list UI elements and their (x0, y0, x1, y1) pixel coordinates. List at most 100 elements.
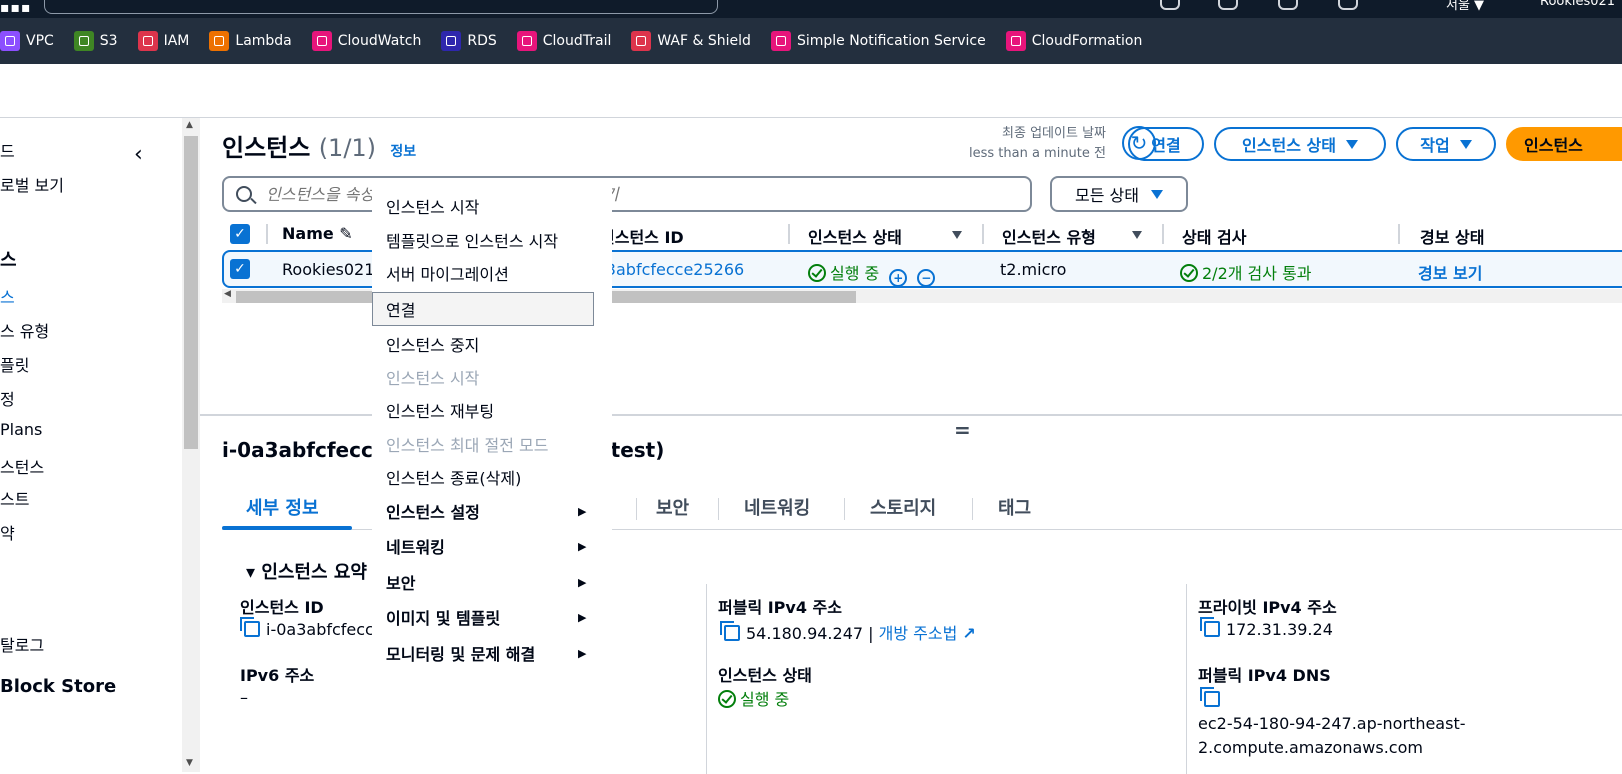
favorite-lambda[interactable]: Lambda (209, 31, 292, 51)
tab-details[interactable]: 세부 정보 (246, 494, 319, 520)
menu-item-server-migration[interactable]: 서버 마이그레이션 (386, 261, 509, 285)
sort-caret-icon[interactable] (1132, 231, 1142, 239)
scrollbar-thumb[interactable] (184, 136, 198, 449)
favorite-cloudwatch[interactable]: CloudWatch (311, 31, 421, 51)
help-icon[interactable] (1278, 0, 1298, 10)
sidebar-item-ami-catalog[interactable]: 탈로그 (0, 632, 44, 656)
sidebar-section-instances: 스 (0, 250, 17, 271)
actions-button[interactable]: 작업 (1396, 127, 1496, 161)
caret-down-icon (1459, 139, 1472, 149)
column-header-instance-type[interactable]: 인스턴스 유형 (1002, 224, 1096, 248)
copy-icon[interactable] (240, 617, 260, 637)
menu-item-security[interactable]: 보안 (386, 570, 415, 594)
view-alarms-link[interactable]: 경보 보기 (1418, 260, 1482, 284)
sidebar-item-capacity-reservations[interactable]: 약 (0, 520, 15, 544)
split-panel-handle-icon[interactable]: = (954, 418, 971, 442)
public-dns-label: 퍼블릭 IPv4 DNS (1198, 666, 1331, 685)
zoom-in-icon[interactable]: + (889, 269, 908, 287)
row-checkbox[interactable]: ✓ (230, 259, 250, 279)
column-separator (982, 224, 984, 244)
instance-search-input[interactable] (266, 184, 966, 204)
scroll-left-icon[interactable]: ◀ (224, 289, 231, 299)
menu-item-connect[interactable]: 연결 (386, 297, 415, 321)
account-menu[interactable]: Rookies021 (1540, 0, 1615, 9)
favorite-waf-shield[interactable]: WAF & Shield (631, 31, 751, 51)
zoom-out-icon[interactable]: − (917, 269, 936, 287)
column-header-instance-state[interactable]: 인스턴스 상태 (808, 224, 902, 248)
instance-state-button[interactable]: 인스턴스 상태 (1214, 127, 1386, 161)
column-header-alarm-status[interactable]: 경보 상태 (1420, 224, 1484, 248)
column-header-status-check[interactable]: 상태 검사 (1182, 224, 1246, 248)
caret-down-icon (1150, 189, 1163, 199)
cell-instance-id[interactable]: a3abfcfecce25266 (596, 260, 744, 279)
instance-search[interactable] (222, 176, 1032, 212)
notifications-icon[interactable] (1218, 0, 1238, 10)
menu-item-instance-settings[interactable]: 인스턴스 설정 (386, 499, 480, 523)
sidebar-item-global-view[interactable]: 로벌 보기 (0, 172, 64, 196)
cloudformation-icon (1005, 31, 1026, 51)
column-header-instance-id[interactable]: 인스턴스 ID (600, 224, 684, 248)
submenu-arrow-icon: ▶ (578, 611, 587, 624)
sidebar-item-savings-plans[interactable]: Plans (0, 420, 42, 439)
launch-instance-button[interactable]: 인스턴스 (1506, 127, 1622, 161)
column-separator (1162, 224, 1164, 244)
sort-caret-icon[interactable] (952, 231, 962, 239)
sidebar-item-reserved-instances[interactable]: 스턴스 (0, 454, 44, 478)
sidebar-item-instance-types[interactable]: 스 유형 (0, 318, 49, 342)
info-link[interactable]: 정보 (390, 144, 416, 160)
tab-security[interactable]: 보안 (656, 494, 689, 520)
favorite-rds[interactable]: RDS (441, 31, 497, 51)
menu-item-networking[interactable]: 네트워킹 (386, 534, 445, 558)
open-address-link[interactable]: 개방 주소법 (879, 624, 958, 643)
favorite-cloudformation[interactable]: CloudFormation (1005, 31, 1143, 51)
sidebar-item-dedicated-hosts[interactable]: 스트 (0, 486, 29, 510)
s3-icon (73, 31, 94, 51)
menu-item-launch-from-template[interactable]: 템플릿으로 인스턴스 시작 (386, 228, 558, 252)
public-dns-value-2: 2.compute.amazonaws.com (1198, 738, 1423, 757)
favorite-vpc[interactable]: VPC (0, 31, 54, 51)
external-link-icon[interactable]: ↗ (962, 624, 975, 643)
sidebar-item-instances[interactable]: 스 (0, 284, 15, 308)
scroll-down-icon[interactable]: ▼ (186, 758, 193, 768)
menu-item-stop-instance[interactable]: 인스턴스 중지 (386, 332, 479, 356)
tab-separator (972, 498, 973, 520)
sidebar-item-launch-templates[interactable]: 플릿 (0, 352, 29, 376)
tab-storage[interactable]: 스토리지 (870, 494, 936, 520)
edit-icon[interactable]: ✎ (339, 224, 352, 243)
region-selector[interactable]: 서울 ▼ (1446, 0, 1484, 13)
column-header-name[interactable]: Name ✎ (282, 224, 353, 243)
favorite-s3[interactable]: S3 (73, 31, 118, 51)
state-filter-select[interactable]: 모든 상태 (1050, 176, 1188, 212)
tab-tags[interactable]: 태그 (998, 494, 1031, 520)
favorite-label: CloudTrail (542, 33, 612, 49)
services-menu-icon[interactable]: ▪▪▪ (0, 0, 31, 16)
sidebar-scrollbar[interactable]: ▲ ▼ (182, 118, 200, 772)
menu-item-launch-instance[interactable]: 인스턴스 시작 (386, 194, 479, 218)
favorite-simple-notification-service[interactable]: Simple Notification Service (770, 31, 986, 51)
copy-icon[interactable] (1200, 617, 1220, 637)
copy-icon[interactable] (1200, 687, 1220, 707)
favorite-label: CloudFormation (1031, 33, 1143, 49)
tab-networking[interactable]: 네트워킹 (744, 494, 810, 520)
menu-item-terminate-instance[interactable]: 인스턴스 종료(삭제) (386, 465, 521, 489)
instance-state-label: 인스턴스 상태 (1242, 136, 1336, 155)
menu-item-monitor-and-troubleshoot[interactable]: 모니터링 및 문제 해결 (386, 641, 535, 665)
instance-summary-header[interactable]: ▾ 인스턴스 요약 (246, 558, 367, 584)
favorite-iam[interactable]: IAM (137, 31, 189, 51)
settings-icon[interactable] (1338, 0, 1358, 10)
connect-button[interactable]: 연결 (1128, 127, 1204, 161)
copy-icon[interactable] (720, 621, 740, 641)
collapse-sidebar-icon[interactable]: ‹ (134, 142, 143, 167)
favorite-cloudtrail[interactable]: CloudTrail (516, 31, 612, 51)
scroll-up-icon[interactable]: ▲ (186, 120, 193, 130)
select-all-checkbox[interactable]: ✓ (230, 224, 250, 244)
cloudtrail-icon (516, 31, 537, 51)
sidebar-item-spot-requests[interactable]: 정 (0, 386, 15, 410)
global-search-input[interactable] (44, 0, 718, 14)
menu-item-reboot-instance[interactable]: 인스턴스 재부팅 (386, 398, 494, 422)
sns-icon (770, 31, 791, 51)
sidebar-section-elastic-block-store[interactable]: Block Store (0, 676, 116, 697)
sidebar-item-dashboard[interactable]: 드 (0, 138, 15, 162)
cloudshell-icon[interactable] (1160, 0, 1180, 10)
menu-item-image-and-templates[interactable]: 이미지 및 템플릿 (386, 605, 500, 629)
